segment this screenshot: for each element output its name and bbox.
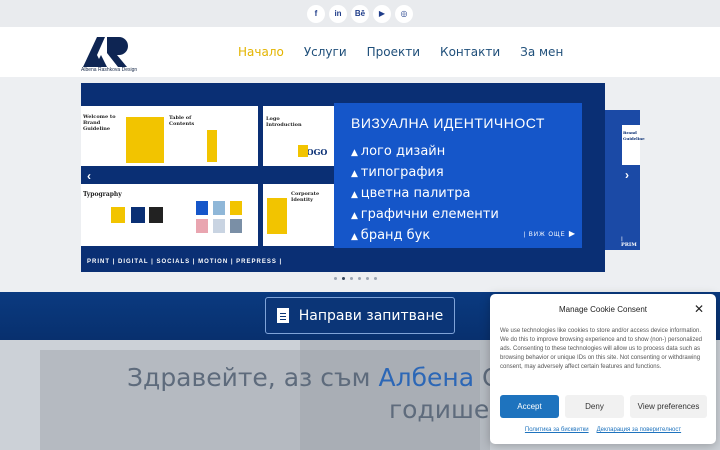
book-swatch xyxy=(213,201,225,215)
slider-dot[interactable] xyxy=(358,277,361,280)
inquiry-button[interactable]: Направи запитване xyxy=(265,297,455,334)
book-title: Corporate Identity xyxy=(291,191,320,203)
book-swatch xyxy=(230,201,242,215)
slider-dots xyxy=(334,277,377,280)
book-swatch xyxy=(196,219,208,233)
facebook-icon[interactable]: f xyxy=(307,4,325,23)
panel-list-item: лого дизайн xyxy=(351,142,499,163)
panel-title: ВИЗУАЛНА ИДЕНТИЧНОСТ xyxy=(351,115,545,131)
slider-dot[interactable] xyxy=(350,277,353,280)
next-slide-footer: | PRIM xyxy=(621,236,637,248)
book-swatch xyxy=(196,201,208,215)
nav-item-contacts[interactable]: Контакти xyxy=(440,45,500,59)
book-yellow-page xyxy=(267,198,287,234)
book-title: Typography xyxy=(83,191,122,198)
slider-dot[interactable] xyxy=(334,277,337,280)
book-mockup xyxy=(263,106,334,166)
panel-list-item: бранд бук xyxy=(351,226,499,247)
cookie-body-text: We use technologies like cookies to stor… xyxy=(500,328,702,370)
social-bar: f in Bē ▶ ◎ xyxy=(0,0,720,27)
panel-list-item: цветна палитра xyxy=(351,184,499,205)
book-yellow-page xyxy=(298,145,308,157)
hero-greeting: Здравейте, аз съм xyxy=(127,363,379,392)
prev-arrow-icon[interactable]: ‹ xyxy=(87,169,91,183)
accept-button[interactable]: Accept xyxy=(500,395,559,418)
next-arrow-icon[interactable]: › xyxy=(625,168,629,182)
hero-name: Албена xyxy=(378,363,475,392)
document-icon xyxy=(276,308,289,323)
panel-list-item: графични елементи xyxy=(351,205,499,226)
book-title: Welcome to Brand Guideline xyxy=(83,114,116,132)
slider-dot[interactable] xyxy=(366,277,369,280)
nav-item-home[interactable]: Начало xyxy=(238,45,284,59)
slide-info-panel: ВИЗУАЛНА ИДЕНТИЧНОСТ лого дизайн типогра… xyxy=(334,103,582,248)
site-header: Albena Rashkova Design Начало Услуги Про… xyxy=(0,27,720,77)
cookie-links: Политика за бисквитки Декларация за пове… xyxy=(490,427,716,433)
book-yellow-page xyxy=(126,117,164,163)
nav-item-services[interactable]: Услуги xyxy=(304,45,347,59)
main-nav: Начало Услуги Проекти Контакти За мен xyxy=(238,45,563,59)
deny-button[interactable]: Deny xyxy=(565,395,624,418)
book-title: Brand Guideline xyxy=(623,130,645,141)
slider-dot-active[interactable] xyxy=(342,277,345,280)
logo-tagline: Albena Rashkova Design xyxy=(81,67,138,73)
slider-dot[interactable] xyxy=(374,277,377,280)
cookie-consent-dialog: Manage Cookie Consent ✕ We use technolog… xyxy=(490,294,716,444)
behance-icon[interactable]: Bē xyxy=(351,4,369,23)
book-yellow-page xyxy=(111,207,125,223)
instagram-icon[interactable]: ◎ xyxy=(395,4,413,23)
book-swatch xyxy=(131,207,145,223)
privacy-statement-link[interactable]: Декларация за поверителност xyxy=(597,427,682,433)
see-more-link[interactable]: | ВИЖ ОЩЕ xyxy=(524,229,576,238)
book-title: Logo Introduction xyxy=(266,116,302,128)
book-swatch xyxy=(149,207,163,223)
book-swatch xyxy=(230,219,242,233)
cookie-title: Manage Cookie Consent xyxy=(558,305,648,314)
panel-list-item: типография xyxy=(351,163,499,184)
nav-item-projects[interactable]: Проекти xyxy=(367,45,420,59)
slide-footer-text: PRINT | DIGITAL | SOCIALS | MOTION | PRE… xyxy=(87,259,283,265)
inquiry-button-label: Направи запитване xyxy=(298,307,444,324)
next-slide-preview[interactable]: Brand Guideline | PRIM › xyxy=(605,110,645,250)
close-icon[interactable]: ✕ xyxy=(694,302,704,316)
nav-item-about[interactable]: За мен xyxy=(520,45,563,59)
book-mockup xyxy=(168,184,258,246)
view-preferences-button[interactable]: View preferences xyxy=(630,395,707,418)
linkedin-icon[interactable]: in xyxy=(329,4,347,23)
book-title: Table of Contents xyxy=(169,115,195,127)
book-yellow-page xyxy=(207,130,217,162)
book-swatch xyxy=(213,219,225,233)
cookie-policy-link[interactable]: Политика за бисквитки xyxy=(525,427,589,433)
panel-list: лого дизайн типография цветна палитра гр… xyxy=(351,142,499,247)
slider-slide[interactable]: Welcome to Brand Guideline Table of Cont… xyxy=(81,83,605,272)
youtube-icon[interactable]: ▶ xyxy=(373,4,391,23)
